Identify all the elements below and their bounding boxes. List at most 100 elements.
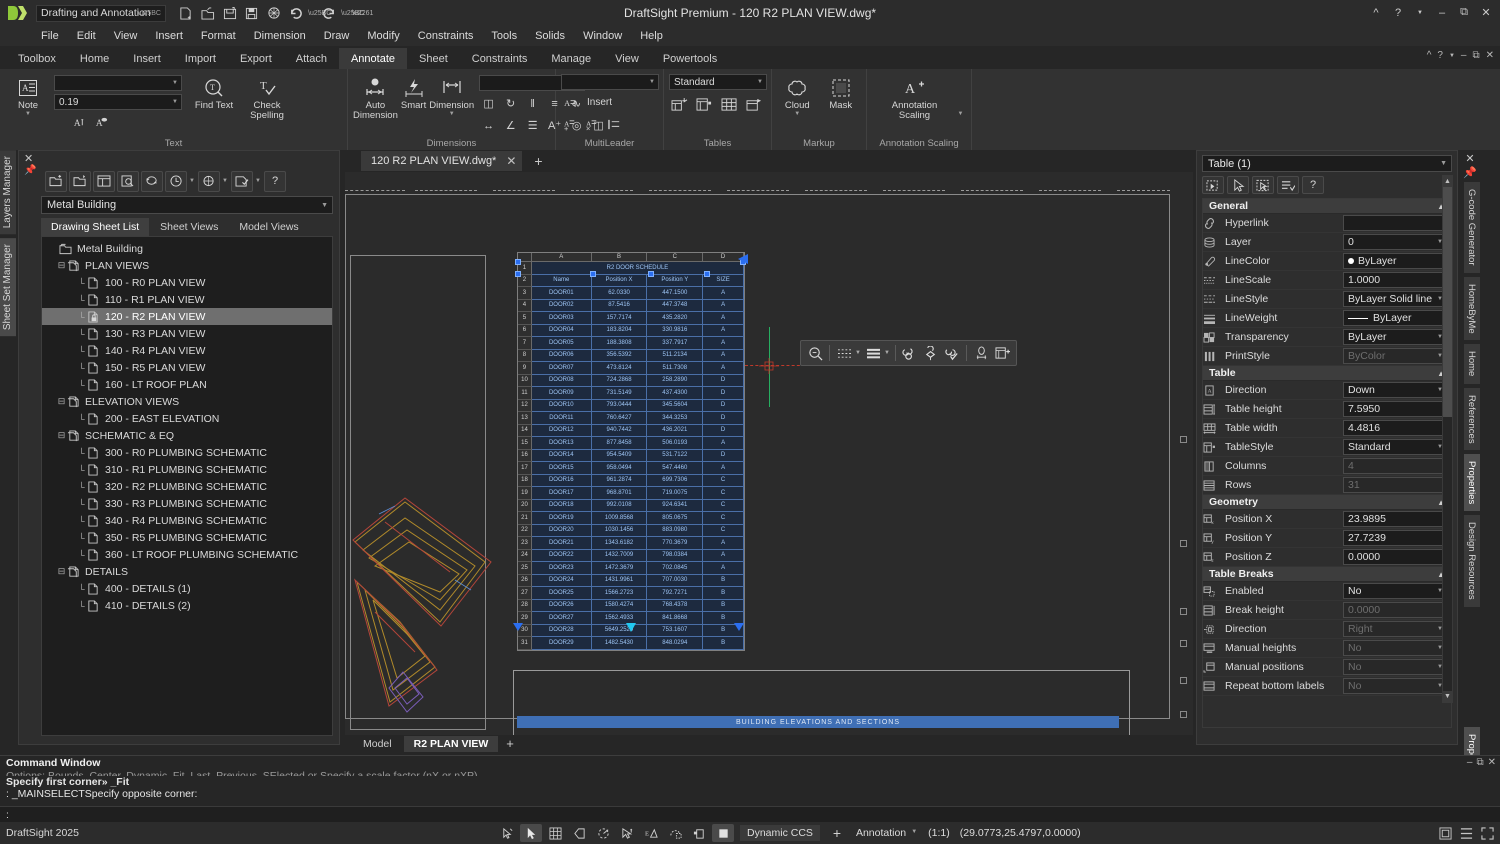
cad-table-cell[interactable]: DOOR16 xyxy=(532,475,592,488)
ortho-icon[interactable] xyxy=(688,824,710,842)
cad-table-cell[interactable]: 702.0845 xyxy=(647,562,703,575)
cad-table-cell[interactable]: C xyxy=(703,525,744,538)
cad-table-row[interactable]: 8DOOR06356.5392511.2134A xyxy=(518,350,744,363)
menu-dimension[interactable]: Dimension xyxy=(245,28,315,44)
cad-table-cell[interactable]: 437.4300 xyxy=(647,387,703,400)
cad-table-cell[interactable]: 760.6427 xyxy=(592,412,648,425)
cad-table-cell[interactable]: 447.1500 xyxy=(647,287,703,300)
cad-table-row[interactable]: 31DOOR291482.5430848.0294B xyxy=(518,637,744,650)
property-section-header-general[interactable]: General▲ xyxy=(1203,199,1451,214)
cad-table-cell[interactable]: 958.0494 xyxy=(592,462,648,475)
tree-sheet-item[interactable]: └100 - R0 PLAN VIEW xyxy=(42,274,332,291)
cad-table-cell[interactable]: DOOR26 xyxy=(532,600,592,613)
viewport-handle[interactable] xyxy=(1180,677,1187,684)
cad-table-cell[interactable]: 506.0193 xyxy=(647,437,703,450)
cad-table-row[interactable]: 2NamePosition XPosition YSIZE xyxy=(518,275,744,288)
find-text-button[interactable]: T Find Text xyxy=(191,73,237,111)
help-icon[interactable]: ? xyxy=(264,171,286,192)
cad-table-cell[interactable]: 436.2021 xyxy=(647,425,703,438)
ribbon-minimize-icon[interactable]: – xyxy=(1461,50,1467,61)
menu-insert[interactable]: Insert xyxy=(146,28,192,44)
property-value-layer[interactable]: 0▼ xyxy=(1343,234,1447,250)
cad-table-cell[interactable]: Position Y xyxy=(647,275,703,288)
note-dropdown-icon[interactable]: ▼ xyxy=(25,111,31,117)
select-similar-icon[interactable] xyxy=(1252,176,1274,194)
cad-table-cell[interactable]: B xyxy=(703,600,744,613)
ribbon-tab-insert[interactable]: Insert xyxy=(121,48,173,69)
tree-subset[interactable]: ⊟ELEVATION VIEWS xyxy=(42,393,332,410)
cad-table-cell[interactable]: B xyxy=(703,587,744,600)
command-input[interactable]: : xyxy=(0,806,1500,822)
tree-root[interactable]: Metal Building xyxy=(42,240,332,257)
row-settings-icon[interactable] xyxy=(834,343,854,363)
cad-table-cell[interactable]: 770.3679 xyxy=(647,537,703,550)
layout-tab-r2-plan-view[interactable]: R2 PLAN VIEW xyxy=(404,736,499,752)
ribbon-tab-manage[interactable]: Manage xyxy=(539,48,603,69)
sheet-set-tab-drawing-sheet-list[interactable]: Drawing Sheet List xyxy=(41,218,149,236)
cad-table-cell[interactable]: 345.5604 xyxy=(647,400,703,413)
properties-scrollbar[interactable]: ▲ ▼ xyxy=(1442,175,1453,703)
cad-table-cell[interactable]: DOOR08 xyxy=(532,375,592,388)
cad-table-cell[interactable]: Position X xyxy=(592,275,648,288)
cad-table-cell[interactable]: 62.0330 xyxy=(592,287,648,300)
annotation-scaling-button[interactable]: A AnnotationScaling xyxy=(875,73,955,121)
left-tab-sheet-set-manager[interactable]: Sheet Set Manager xyxy=(0,238,16,336)
tree-sheet-item[interactable]: └340 - R4 PLUMBING SCHEMATIC xyxy=(42,512,332,529)
insert-block-icon[interactable] xyxy=(921,343,941,363)
left-tab-layers-manager[interactable]: Layers Manager xyxy=(0,150,16,234)
sheet-set-tab-model-views[interactable]: Model Views xyxy=(229,218,308,236)
restore-button[interactable]: ⧉ xyxy=(1454,3,1474,22)
property-value-position-z[interactable]: 0.0000 xyxy=(1343,549,1447,565)
command-close-icon[interactable]: ✕ xyxy=(1488,757,1496,768)
publish-icon[interactable] xyxy=(198,171,220,192)
tree-sheet-item[interactable]: └140 - R4 PLAN VIEW xyxy=(42,342,332,359)
property-value-transparency[interactable]: ByLayer▼ xyxy=(1343,329,1447,345)
open-sheet-set-icon[interactable] xyxy=(69,171,91,192)
cad-table-row[interactable]: 12DOOR10793.0444345.5604D xyxy=(518,400,744,413)
cad-table-cell[interactable]: D xyxy=(703,425,744,438)
property-value-lineweight[interactable]: ByLayer xyxy=(1343,310,1447,326)
tree-sheet-item[interactable]: └160 - LT ROOF PLAN xyxy=(42,376,332,393)
cad-table-cell[interactable]: 473.8124 xyxy=(592,362,648,375)
tree-sheet-item[interactable]: └310 - R1 PLUMBING SCHEMATIC xyxy=(42,461,332,478)
close-icon[interactable]: ✕ xyxy=(506,154,516,168)
cad-table-row[interactable]: 16DOOR14954.5409531.7122D xyxy=(518,450,744,463)
ribbon-tab-constraints[interactable]: Constraints xyxy=(460,48,540,69)
close-icon[interactable]: ✕ xyxy=(1457,152,1483,166)
cad-table-row[interactable]: 14DOOR12940.7442436.2021D xyxy=(518,425,744,438)
cad-table-cell[interactable]: DOOR13 xyxy=(532,437,592,450)
property-section-header-geometry[interactable]: Geometry▲ xyxy=(1203,495,1451,510)
cad-table-cell[interactable]: 724.2868 xyxy=(592,375,648,388)
property-value-position-x[interactable]: 23.9895 xyxy=(1343,511,1447,527)
cad-table-cell[interactable]: 798.0384 xyxy=(647,550,703,563)
tree-sheet-item[interactable]: └110 - R1 PLAN VIEW xyxy=(42,291,332,308)
property-value-position-y[interactable]: 27.7239 xyxy=(1343,530,1447,546)
undo-dropdown-icon[interactable]: \u25BC xyxy=(308,10,316,17)
cad-table-cell[interactable]: DOOR27 xyxy=(532,612,592,625)
table-grip[interactable] xyxy=(515,271,521,277)
cad-table-cell[interactable]: B xyxy=(703,575,744,588)
check-spelling-button[interactable]: T CheckSpelling xyxy=(240,73,294,121)
mask-button[interactable]: Mask xyxy=(821,73,862,111)
cad-table-cell[interactable]: 157.7174 xyxy=(592,312,648,325)
add-status-item-icon[interactable]: + xyxy=(826,824,848,842)
table-style-editor-icon[interactable] xyxy=(694,95,714,113)
cad-table-cell[interactable]: 753.1607 xyxy=(647,625,703,638)
tree-sheet-item[interactable]: └400 - DETAILS (1) xyxy=(42,580,332,597)
cad-table-cell[interactable]: 447.3748 xyxy=(647,300,703,313)
cad-table-row[interactable]: 13DOOR11760.6427344.3253D xyxy=(518,412,744,425)
annotation-scaling-dropdown-icon[interactable]: ▼ xyxy=(958,111,964,137)
cad-table-row[interactable]: 6DOOR04183.8204330.9816A xyxy=(518,325,744,338)
cad-table-cell[interactable]: A xyxy=(703,537,744,550)
table-grip[interactable] xyxy=(515,259,521,265)
table-grip-arrow[interactable] xyxy=(513,623,523,631)
cad-table-cell[interactable]: DOOR15 xyxy=(532,462,592,475)
cad-table-cell[interactable]: A xyxy=(703,312,744,325)
property-value-linestyle[interactable]: ByLayer Solid line▼ xyxy=(1343,291,1447,307)
dimension-angular-icon[interactable]: ∠ xyxy=(501,116,520,135)
table-grip-arrow[interactable] xyxy=(734,623,744,631)
property-value-direction[interactable]: Down▼ xyxy=(1343,382,1447,398)
refresh-icon[interactable] xyxy=(141,171,163,192)
cad-table-cell[interactable]: 719.0075 xyxy=(647,487,703,500)
table-flip-arrow-icon[interactable] xyxy=(738,253,752,265)
